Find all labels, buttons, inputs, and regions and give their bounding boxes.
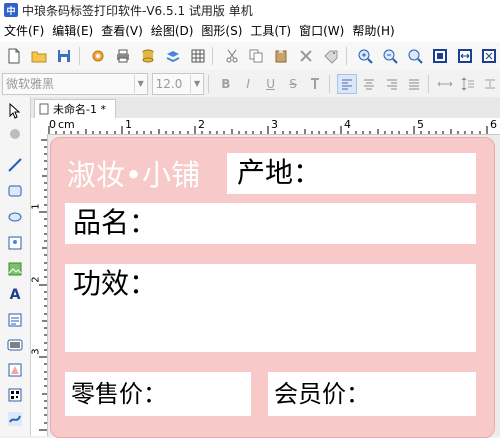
text-color-icon[interactable] [306, 74, 325, 94]
effect-label: 功效： [73, 267, 158, 300]
chevron-down-icon[interactable]: ▼ [190, 74, 203, 93]
fit-page-icon[interactable] [429, 46, 450, 67]
open-folder-icon[interactable] [29, 46, 50, 67]
ruler-v-label-2: 2 [30, 276, 42, 283]
drawing-toolbox: A [0, 97, 31, 436]
zoom-out-icon[interactable] [379, 46, 400, 67]
ruler-h-ticks [48, 126, 488, 134]
char-spacing-icon[interactable] [436, 74, 455, 94]
font-size-value: 12.0 [155, 76, 183, 91]
origin-field[interactable]: 产地： [227, 153, 476, 194]
layers-icon[interactable] [162, 46, 183, 67]
strikethrough-button[interactable]: S [283, 74, 302, 94]
line-spacing-icon[interactable] [458, 74, 477, 94]
label-canvas[interactable]: 淑妆•小铺 产地： 品名： 功效： 零售价： 会员价： [48, 135, 500, 438]
menu-edit[interactable]: 编辑(E) [48, 20, 97, 42]
member-price-label: 会员价： [274, 380, 370, 408]
member-price-field[interactable]: 会员价： [268, 372, 476, 416]
origin-label: 产地： [237, 156, 322, 189]
menu-window[interactable]: 窗口(W) [295, 20, 348, 42]
toolbar-separator [427, 74, 429, 93]
bold-button[interactable]: B [216, 74, 235, 94]
select-pointer-icon[interactable] [5, 101, 25, 121]
grid-icon[interactable] [187, 46, 208, 67]
rectangle-tool-icon[interactable] [5, 181, 25, 201]
product-name-label: 品名： [73, 206, 158, 239]
label-card[interactable]: 淑妆•小铺 产地： 品名： 功效： 零售价： 会员价： [50, 137, 495, 438]
delete-icon[interactable] [296, 46, 317, 67]
brand-title[interactable]: 淑妆•小铺 [67, 152, 200, 194]
tag-icon[interactable] [321, 46, 342, 67]
curve-tool-icon[interactable] [5, 409, 25, 429]
document-icon [39, 103, 49, 115]
menu-help[interactable]: 帮助(H) [348, 20, 398, 42]
rich-text-tool-icon[interactable] [5, 310, 25, 330]
paste-icon[interactable] [271, 46, 292, 67]
tab-document[interactable]: 未命名-1 * [34, 99, 116, 118]
retail-price-label: 零售价： [71, 380, 167, 408]
qrcode-tool-icon[interactable] [5, 385, 25, 405]
image-frame-tool-icon[interactable] [5, 233, 25, 253]
copy-icon[interactable] [246, 46, 267, 67]
menu-draw[interactable]: 绘图(D) [147, 20, 198, 42]
ellipse-tool-icon[interactable] [5, 207, 25, 227]
menu-file[interactable]: 文件(F) [0, 20, 48, 42]
new-file-icon[interactable] [4, 46, 25, 67]
horizontal-ruler: 0 cm 1 2 3 4 5 6 [31, 118, 500, 135]
print-icon[interactable] [113, 46, 134, 67]
underline-button[interactable]: U [261, 74, 280, 94]
toolbar-separator [345, 47, 347, 65]
format-toolbar: 微软雅黑 ▼ 12.0 ▼ B I U S [0, 70, 500, 98]
fit-window-icon[interactable] [479, 46, 500, 67]
font-family-select[interactable]: 微软雅黑 ▼ [2, 72, 148, 95]
shape-tool-icon[interactable] [5, 360, 25, 380]
menu-shape[interactable]: 图形(S) [197, 20, 246, 42]
pan-hand-icon[interactable] [5, 124, 25, 144]
cut-icon[interactable] [221, 46, 242, 67]
align-right-icon[interactable] [382, 74, 401, 94]
toolbar-separator [78, 47, 80, 65]
design-workspace: 未命名-1 * 0 cm 1 2 3 4 5 6 1 2 3 淑妆•小铺 产地：… [31, 97, 500, 438]
toolbar-separator [329, 74, 331, 93]
vertical-spacing-icon[interactable] [481, 74, 500, 94]
settings-gear-icon[interactable] [88, 46, 109, 67]
chevron-down-icon[interactable]: ▼ [133, 74, 147, 93]
main-toolbar [0, 42, 500, 71]
align-center-icon[interactable] [360, 74, 379, 94]
title-bar: 中 中琅条码标签打印软件-V6.5.1 试用版 单机 [0, 0, 500, 21]
tab-document-label: 未命名-1 * [53, 103, 106, 116]
menu-view[interactable]: 查看(V) [97, 20, 147, 42]
zoom-actual-icon[interactable] [404, 46, 425, 67]
italic-button[interactable]: I [238, 74, 257, 94]
retail-price-field[interactable]: 零售价： [65, 372, 251, 416]
text-tool-icon[interactable]: A [5, 285, 25, 305]
effect-field[interactable]: 功效： [65, 264, 476, 352]
fit-width-icon[interactable] [454, 46, 475, 67]
product-name-field[interactable]: 品名： [65, 203, 476, 244]
font-size-select[interactable]: 12.0 ▼ [151, 72, 205, 95]
picture-tool-icon[interactable] [5, 259, 25, 279]
line-tool-icon[interactable] [5, 155, 25, 175]
ruler-v-label-1: 1 [30, 203, 42, 210]
menu-tools[interactable]: 工具(T) [246, 20, 295, 42]
toolbar-separator [208, 74, 210, 93]
vertical-ruler: 1 2 3 [31, 134, 48, 436]
zoom-in-icon[interactable] [355, 46, 376, 67]
barcode-tool-icon[interactable] [5, 335, 25, 355]
align-left-icon[interactable] [337, 73, 357, 94]
toolbar-separator [212, 47, 214, 65]
save-icon[interactable] [54, 46, 75, 67]
menu-bar: 文件(F) 编辑(E) 查看(V) 绘图(D) 图形(S) 工具(T) 窗口(W… [0, 20, 500, 42]
database-icon[interactable] [137, 46, 158, 67]
window-title: 中琅条码标签打印软件-V6.5.1 试用版 单机 [22, 3, 253, 18]
ruler-v-label-3: 3 [30, 348, 42, 355]
font-family-value: 微软雅黑 [6, 77, 55, 91]
align-justify-icon[interactable] [404, 74, 423, 94]
ruler-v-ticks [39, 139, 47, 431]
app-logo-icon: 中 [4, 3, 18, 17]
